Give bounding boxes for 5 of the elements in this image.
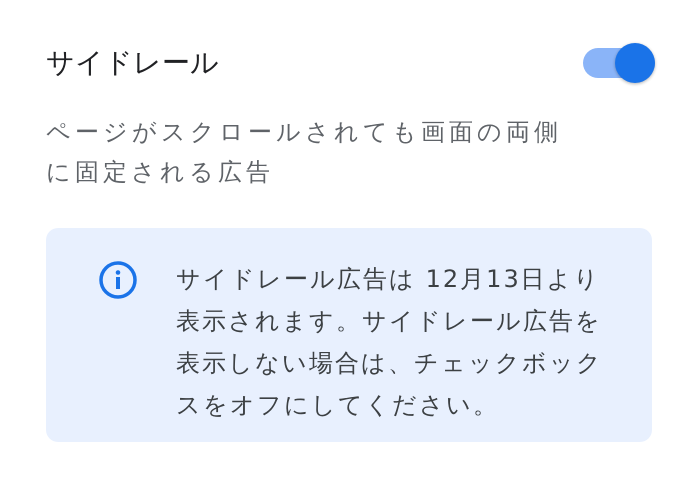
info-message: サイドレール広告は 12月13日より表示されます。サイドレール広告を表示しない場合は、チェックボックスをオフにしてください。: [176, 264, 604, 421]
setting-description: ページがスクロールされても画面の両側に固定される広告: [46, 117, 563, 188]
setting-title: サイドレール: [46, 45, 219, 81]
info-icon: [98, 260, 138, 300]
toggle-switch[interactable]: [583, 41, 655, 85]
